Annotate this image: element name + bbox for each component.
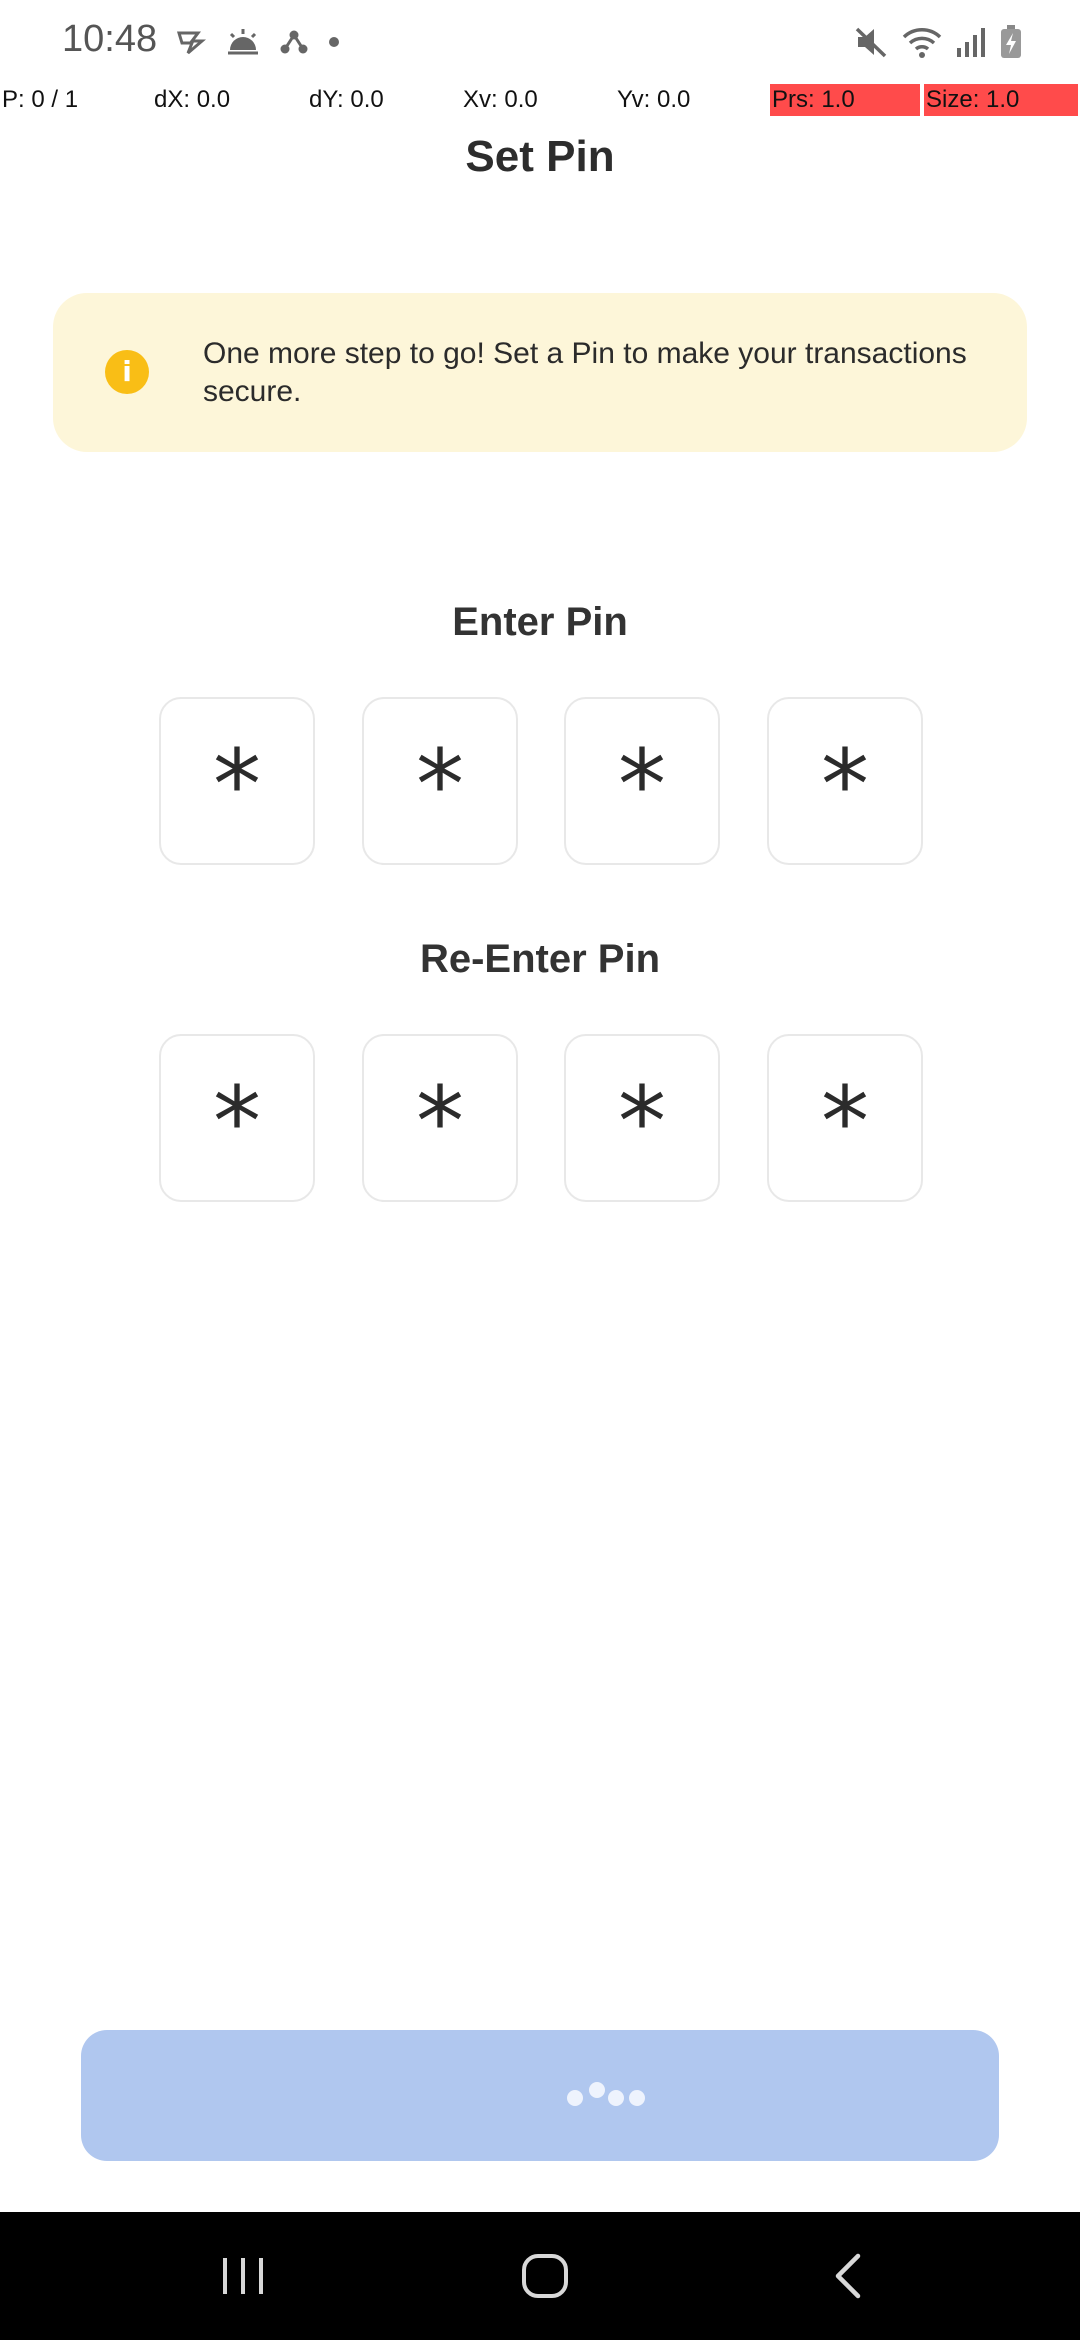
pin-mask: *: [213, 1066, 261, 1178]
enter-pin-digit-4[interactable]: *: [767, 697, 923, 865]
pin-mask: *: [618, 729, 666, 841]
debug-yv: Yv: 0.0: [617, 86, 691, 113]
status-time: 10:48: [62, 18, 158, 60]
submit-button[interactable]: [81, 2030, 999, 2161]
loader-dot: [567, 2090, 583, 2106]
wifi-icon: [902, 25, 942, 59]
status-right-icons: [854, 20, 1022, 64]
info-icon: i: [105, 350, 149, 394]
loader-dot: [589, 2082, 605, 2098]
debug-dy: dY: 0.0: [309, 86, 384, 113]
mute-icon: [854, 26, 888, 58]
home-icon[interactable]: [465, 2212, 625, 2340]
reenter-pin-digit-1[interactable]: *: [159, 1034, 315, 1202]
debug-dx: dX: 0.0: [154, 86, 231, 113]
debug-xv: Xv: 0.0: [463, 86, 538, 113]
back-icon[interactable]: [768, 2212, 928, 2340]
info-icon-glyph: i: [122, 355, 132, 388]
page-title: Set Pin: [465, 132, 615, 181]
debug-pressure: Prs: 1.0: [770, 84, 920, 116]
status-left-icons: [176, 22, 340, 62]
weather-sunrise-icon: [226, 28, 260, 56]
pointer-debug-overlay: P: 0 / 1 dX: 0.0 dY: 0.0 Xv: 0.0 Yv: 0.0…: [0, 84, 1080, 116]
enter-pin-digit-1[interactable]: *: [159, 697, 315, 865]
pin-mask: *: [821, 729, 869, 841]
reenter-pin-label: Re-Enter Pin: [419, 937, 661, 981]
enter-pin-digit-2[interactable]: *: [362, 697, 518, 865]
status-bar: 10:48: [0, 0, 1080, 84]
debug-size: Size: 1.0: [924, 84, 1078, 116]
pin-mask: *: [618, 1066, 666, 1178]
info-banner-text: One more step to go! Set a Pin to make y…: [203, 337, 967, 408]
reenter-pin-digit-4[interactable]: *: [767, 1034, 923, 1202]
reenter-pin-digit-2[interactable]: *: [362, 1034, 518, 1202]
loading-spinner-icon: [561, 2080, 651, 2120]
navigation-bar: [0, 2212, 1080, 2340]
debug-pointer: P: 0 / 1: [2, 86, 79, 113]
battery-charging-icon: [1000, 25, 1022, 59]
app-notification-icon: [176, 29, 206, 55]
enter-pin-row: * * * *: [159, 697, 925, 865]
signal-icon: [956, 26, 986, 58]
info-banner: i One more step to go! Set a Pin to make…: [53, 293, 1027, 452]
recent-apps-icon[interactable]: [163, 2212, 323, 2340]
pin-mask: *: [416, 729, 464, 841]
loader-dot: [629, 2090, 645, 2106]
enter-pin-label: Enter Pin: [452, 600, 628, 644]
enter-pin-digit-3[interactable]: *: [564, 697, 720, 865]
share-network-icon: [280, 29, 308, 55]
loader-dot: [608, 2090, 624, 2106]
dot-icon: [328, 36, 340, 48]
pin-mask: *: [416, 1066, 464, 1178]
reenter-pin-row: * * * *: [159, 1034, 925, 1202]
pin-mask: *: [213, 729, 261, 841]
pin-mask: *: [821, 1066, 869, 1178]
reenter-pin-digit-3[interactable]: *: [564, 1034, 720, 1202]
